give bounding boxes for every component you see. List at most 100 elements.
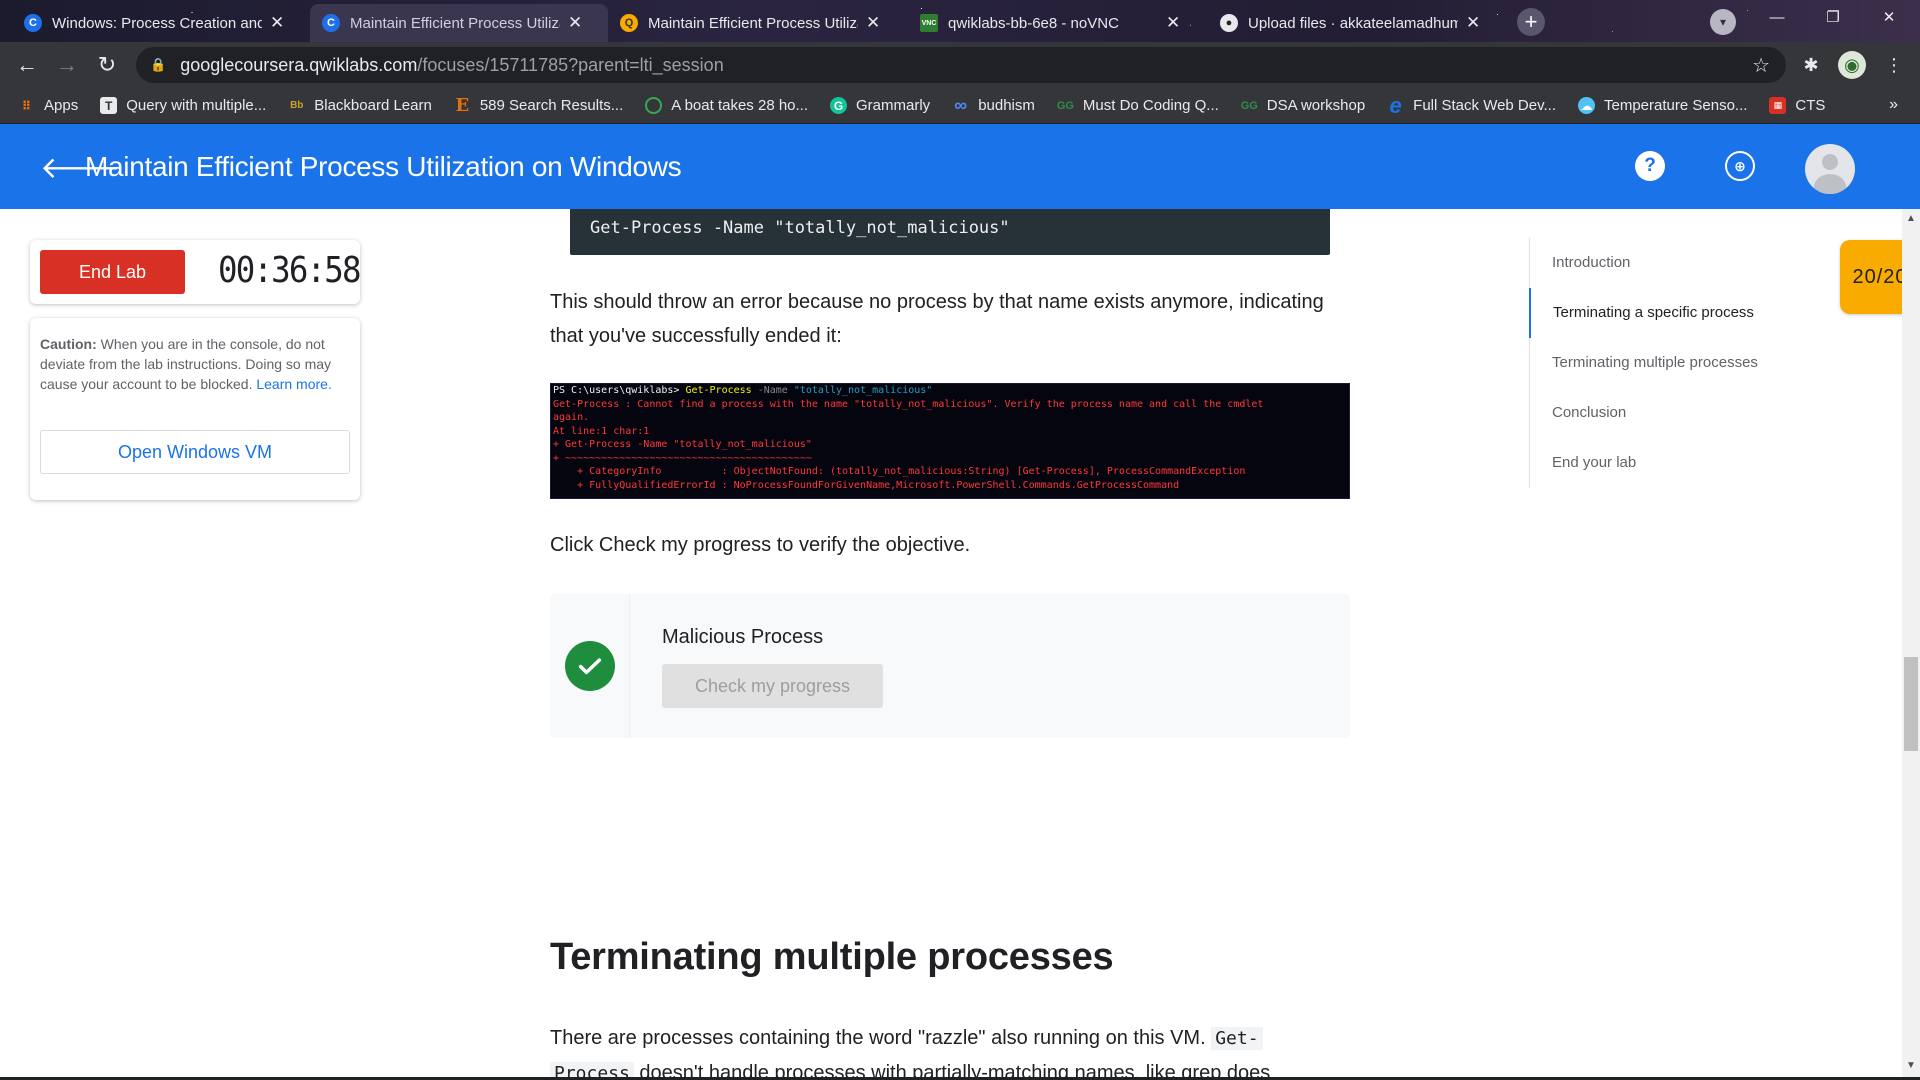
checkmark-glyph xyxy=(578,658,602,675)
inline-code: Get- xyxy=(1211,1027,1263,1050)
bookmark-label: 589 Search Results... xyxy=(479,97,624,114)
address-bar[interactable]: 🔒 googlecoursera.qwiklabs.com /focuses/1… xyxy=(136,47,1786,83)
check-status-column xyxy=(550,594,630,738)
bookmark-query[interactable]: T Query with multiple... xyxy=(100,97,266,114)
close-tab-icon[interactable]: ✕ xyxy=(1166,13,1180,33)
qwiklabs-icon: Q xyxy=(620,14,638,32)
infinity-icon: ∞ xyxy=(954,95,968,115)
terminal-error-line: + CategoryInfo : ObjectNotFound: (totall… xyxy=(553,466,1246,477)
terminal-param: -Name xyxy=(751,385,794,396)
bookmark-budhism[interactable]: ∞ budhism xyxy=(952,95,1035,115)
bookmark-label: Temperature Senso... xyxy=(1604,97,1748,114)
bookmark-label: Blackboard Learn xyxy=(314,97,432,114)
browser-tab-1[interactable]: C Windows: Process Creation and ✕ xyxy=(12,4,312,42)
table-of-contents: Introduction Terminating a specific proc… xyxy=(1529,238,1809,488)
user-avatar[interactable] xyxy=(1805,144,1855,194)
apps-grid-icon: ⠿ xyxy=(21,98,32,113)
terminal-error-line: + ~~~~~~~~~~~~~~~~~~~~~~~~~~~~~~~~~~~~~~… xyxy=(553,452,812,464)
toc-item-conclusion[interactable]: Conclusion xyxy=(1530,388,1809,438)
open-windows-vm-button[interactable]: Open Windows VM xyxy=(40,430,350,474)
back-arrow-icon[interactable]: ← xyxy=(12,50,42,80)
learn-more-link[interactable]: Learn more. xyxy=(256,376,331,392)
browser-tab-2[interactable]: C Maintain Efficient Process Utiliza ✕ xyxy=(310,4,608,42)
avatar-body xyxy=(1814,174,1846,194)
bookmark-blackboard[interactable]: Bb Blackboard Learn xyxy=(288,97,432,114)
close-window-icon[interactable]: ✕ xyxy=(1866,0,1912,34)
code-block: Get-Process -Name "totally_not_malicious… xyxy=(570,209,1330,255)
cts-icon: ▦ xyxy=(1769,97,1787,114)
gfg-icon: GG xyxy=(1240,99,1258,112)
cloud-icon: ☁ xyxy=(1578,97,1595,114)
lock-icon: 🔒 xyxy=(150,57,167,72)
profile-avatar-icon[interactable]: ◉ xyxy=(1838,51,1866,79)
bookmarks-overflow-icon[interactable]: » xyxy=(1889,96,1898,114)
toc-item-introduction[interactable]: Introduction xyxy=(1530,238,1809,288)
browser-tab-4[interactable]: VNC qwiklabs-bb-6e8 - noVNC ✕ xyxy=(908,4,1208,42)
bookmark-cts[interactable]: ▦ CTS xyxy=(1769,97,1825,114)
page-scrollbar[interactable] xyxy=(1902,209,1920,1080)
forward-arrow-icon[interactable]: → xyxy=(52,50,82,80)
bookmark-boat[interactable]: A boat takes 28 ho... xyxy=(645,97,808,114)
help-icon[interactable]: ? xyxy=(1635,151,1665,181)
close-tab-icon[interactable]: ✕ xyxy=(270,13,284,33)
terminal-error-line: At line:1 char:1 xyxy=(553,425,650,437)
bookmark-label: Grammarly xyxy=(856,97,931,114)
powershell-error-screenshot: PS C:\users\qwiklabs> Get-Process -Name … xyxy=(550,383,1350,499)
bookmark-search-results[interactable]: E 589 Search Results... xyxy=(454,95,624,116)
bookmark-star-icon[interactable]: ☆ xyxy=(1752,53,1770,78)
github-icon: ● xyxy=(1220,14,1238,32)
bookmark-temperature[interactable]: ☁ Temperature Senso... xyxy=(1578,97,1747,114)
bookmark-label: CTS xyxy=(1795,97,1826,114)
gfg-icon: GG xyxy=(1056,99,1074,112)
minimize-icon[interactable]: — xyxy=(1754,0,1800,34)
paragraph-text: There are processes containing the word … xyxy=(550,1027,1212,1049)
tab-search-icon[interactable]: ▾ xyxy=(1710,9,1736,35)
maximize-icon[interactable]: ❐ xyxy=(1810,0,1856,34)
browser-tab-strip: C Windows: Process Creation and ✕ C Main… xyxy=(0,0,1920,42)
caution-text: Caution: When you are in the console, do… xyxy=(40,334,350,394)
terminal-cmd: Get-Process xyxy=(685,385,752,396)
reload-icon[interactable]: ↻ xyxy=(92,50,122,80)
blackboard-icon: Bb xyxy=(290,100,304,111)
terminal-error-line: + FullyQualifiedErrorId : NoProcessFound… xyxy=(553,479,1180,491)
lab-control-card: End Lab 00:36:58 xyxy=(30,240,361,304)
terminal-prompt: PS C:\users\qwiklabs> xyxy=(553,385,686,396)
extensions-puzzle-icon[interactable]: ✱ xyxy=(1797,51,1825,79)
language-globe-icon[interactable]: ⊕ xyxy=(1725,151,1755,181)
bookmark-label: Must Do Coding Q... xyxy=(1082,97,1219,114)
browser-tab-5[interactable]: ● Upload files · akkateelamadhum ✕ xyxy=(1208,4,1508,42)
browser-menu-icon[interactable]: ⋮ xyxy=(1880,51,1908,79)
close-tab-icon[interactable]: ✕ xyxy=(568,13,582,33)
tab-title: Maintain Efficient Process Utiliza xyxy=(350,14,560,32)
t-icon: T xyxy=(100,97,118,114)
bookmarks-bar: ⠿ Apps T Query with multiple... Bb Black… xyxy=(0,88,1920,124)
lab-timer: 00:36:58 xyxy=(218,250,361,291)
e-icon: E xyxy=(455,95,470,116)
bookmark-grammarly[interactable]: G Grammarly xyxy=(830,97,930,114)
close-tab-icon[interactable]: ✕ xyxy=(1466,13,1480,33)
new-tab-button[interactable]: + xyxy=(1517,8,1545,36)
bookmark-fullstack[interactable]: e Full Stack Web Dev... xyxy=(1387,93,1556,118)
bookmark-must-do[interactable]: GG Must Do Coding Q... xyxy=(1057,97,1219,114)
close-tab-icon[interactable]: ✕ xyxy=(866,13,880,33)
url-host: googlecoursera.qwiklabs.com xyxy=(180,54,418,75)
vnc-icon: VNC xyxy=(920,14,938,32)
grammarly-icon: G xyxy=(830,97,848,114)
bookmark-label: A boat takes 28 ho... xyxy=(671,97,809,114)
toc-item-end-lab[interactable]: End your lab xyxy=(1530,438,1809,488)
bookmark-apps[interactable]: ⠿ Apps xyxy=(18,97,78,114)
scroll-up-arrow-icon[interactable]: ▲ xyxy=(1904,211,1918,227)
coursera-icon: C xyxy=(24,14,42,32)
toc-item-terminating-specific[interactable]: Terminating a specific process xyxy=(1529,288,1809,338)
end-lab-button[interactable]: End Lab xyxy=(40,250,185,294)
section-heading: Terminating multiple processes xyxy=(550,936,1114,978)
browser-tab-3[interactable]: Q Maintain Efficient Process Utiliza ✕ xyxy=(608,4,908,42)
scrollbar-thumb[interactable] xyxy=(1904,657,1918,751)
check-my-progress-button[interactable]: Check my progress xyxy=(662,664,883,708)
scroll-down-arrow-icon[interactable]: ▼ xyxy=(1904,1058,1918,1074)
bookmark-label: Query with multiple... xyxy=(126,97,267,114)
instruction-paragraph: This should throw an error because no pr… xyxy=(550,291,1324,347)
progress-check-card: Malicious Process Check my progress xyxy=(550,594,1350,738)
bookmark-dsa[interactable]: GG DSA workshop xyxy=(1241,97,1365,114)
toc-item-terminating-multiple[interactable]: Terminating multiple processes xyxy=(1530,338,1809,388)
